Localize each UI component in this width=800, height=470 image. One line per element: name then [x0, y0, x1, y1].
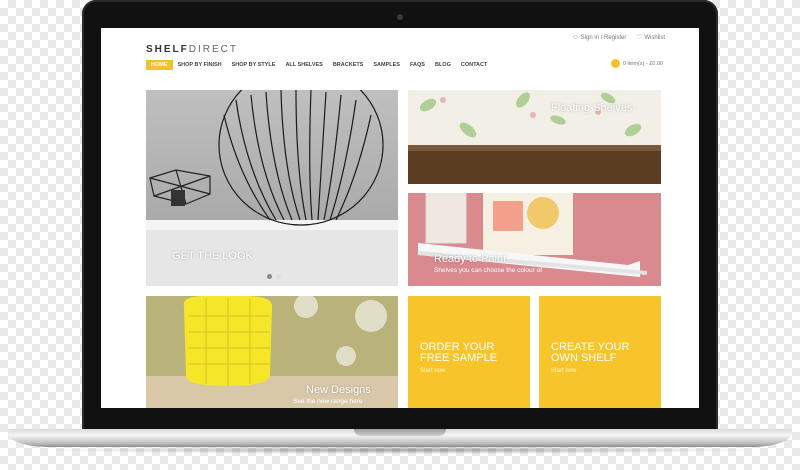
nav-brackets[interactable]: BRACKETS	[328, 60, 369, 70]
nav-faqs[interactable]: FAQS	[405, 60, 430, 70]
nav-shop-by-style[interactable]: SHOP BY STYLE	[227, 60, 281, 70]
logo-light: DIRECT	[188, 44, 239, 55]
cart-summary[interactable]: 0 item(s) - £0.00	[610, 59, 663, 68]
website-screen: SHELFDIRECT ☺ Sign in / Register ♡ Wishl…	[101, 28, 699, 408]
order-sample-title: ORDER YOUR FREE SAMPLE	[420, 342, 497, 364]
nav-home[interactable]: HOME	[146, 60, 173, 70]
create-shelf-line2: OWN SHELF	[551, 352, 617, 364]
floating-shelves-title: Floating Shelves	[551, 102, 633, 114]
sign-in-link[interactable]: ☺ Sign in / Register	[572, 34, 627, 41]
order-sample-line2: FREE SAMPLE	[420, 352, 498, 364]
create-shelf-start-link[interactable]: Start now	[551, 368, 576, 374]
cart-label: 0 item(s) - £0.00	[622, 60, 663, 67]
cart-icon	[610, 59, 620, 68]
wishlist-label: Wishlist	[644, 35, 665, 41]
carousel-dot-1[interactable]	[267, 274, 272, 279]
main-nav: HOME SHOP BY FINISH SHOP BY STYLE ALL SH…	[146, 60, 492, 70]
nav-contact[interactable]: CONTACT	[456, 60, 492, 70]
sign-in-label: Sign in / Register	[580, 34, 627, 41]
tile-get-the-look[interactable]: GET THE LOOK	[146, 90, 398, 286]
nav-blog[interactable]: BLOG	[430, 60, 456, 70]
tile-create-own-shelf[interactable]: CREATE YOUR OWN SHELF Start now	[539, 296, 661, 408]
get-the-look-title: GET THE LOOK	[172, 250, 253, 262]
tile-order-free-sample[interactable]: ORDER YOUR FREE SAMPLE Start now	[408, 296, 530, 408]
new-designs-subtitle: See the new range here	[293, 398, 363, 405]
site-logo[interactable]: SHELFDIRECT	[146, 44, 238, 55]
heart-icon: ♡	[636, 34, 643, 41]
carousel-dot-2[interactable]	[276, 274, 281, 279]
laptop-notch	[354, 429, 446, 436]
nav-all-shelves[interactable]: ALL SHELVES	[280, 60, 327, 70]
user-icon: ☺	[571, 33, 579, 41]
create-shelf-title: CREATE YOUR OWN SHELF	[551, 342, 629, 364]
tile-floating-shelves[interactable]: Floating Shelves	[408, 90, 661, 184]
order-sample-start-link[interactable]: Start now	[420, 368, 445, 374]
ready-to-paint-subtitle: Shelves you can choose the colour of	[434, 267, 543, 274]
account-bar: ☺ Sign in / Register ♡ Wishlist	[572, 33, 665, 42]
logo-bold: SHELF	[146, 44, 189, 55]
wishlist-link[interactable]: ♡ Wishlist	[636, 33, 665, 41]
tile-new-designs[interactable]: New Designs See the new range here	[146, 296, 398, 408]
webcam	[397, 14, 403, 20]
ready-to-paint-title: Ready to Paint	[434, 253, 507, 265]
nav-shop-by-finish[interactable]: SHOP BY FINISH	[173, 60, 227, 70]
laptop-shadow	[40, 446, 760, 454]
tile-ready-to-paint[interactable]: Ready to Paint Shelves you can choose th…	[408, 193, 661, 286]
new-designs-title: New Designs	[306, 384, 371, 396]
nav-samples[interactable]: SAMPLES	[368, 60, 405, 70]
